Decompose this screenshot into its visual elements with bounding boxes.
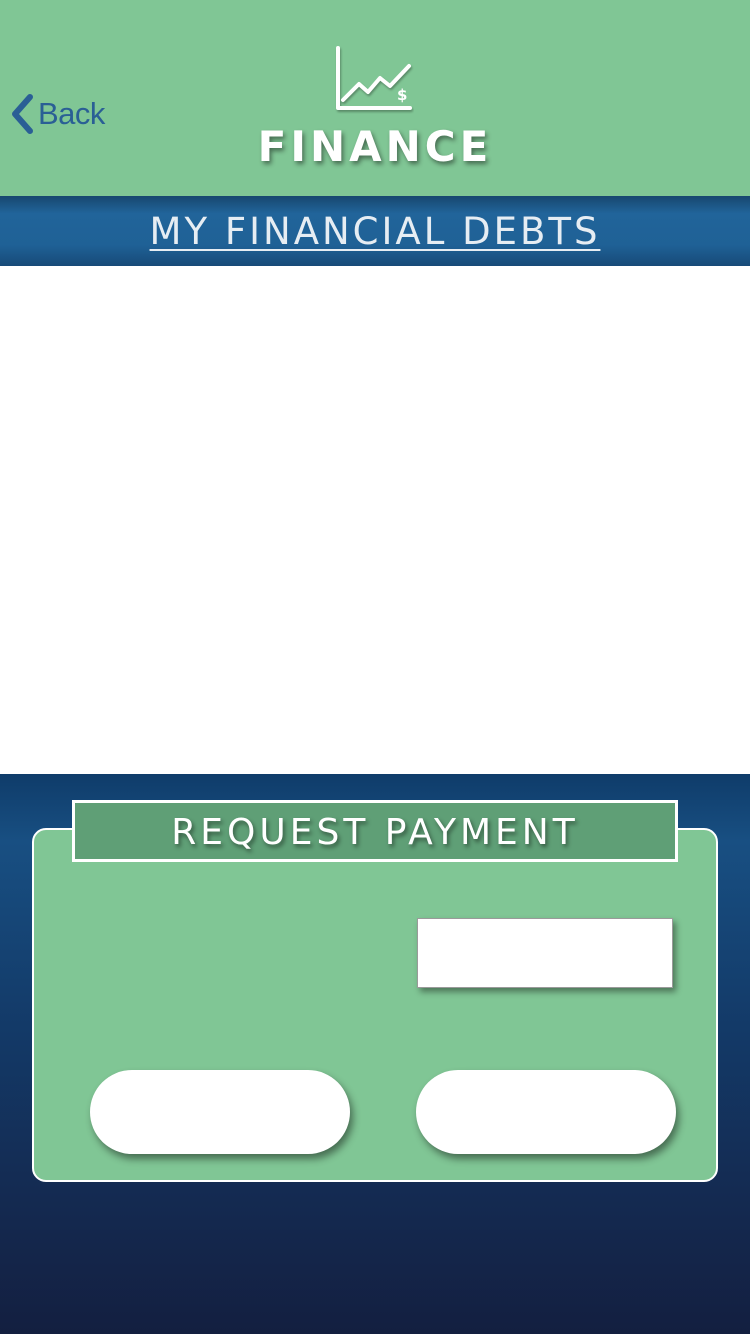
- request-payment-title: REQUEST PAYMENT: [171, 812, 579, 853]
- page-title: FINANCE: [257, 122, 493, 171]
- header-bar: Back $ FINANCE: [0, 0, 750, 196]
- debts-list[interactable]: [0, 266, 750, 774]
- finance-chart-icon: $: [336, 46, 412, 110]
- svg-text:$: $: [397, 86, 407, 104]
- payment-option-right-button[interactable]: [416, 1070, 676, 1154]
- request-payment-header: REQUEST PAYMENT: [72, 800, 678, 862]
- section-header: MY FINANCIAL DEBTS: [0, 196, 750, 266]
- section-title: MY FINANCIAL DEBTS: [149, 210, 601, 253]
- payment-option-left-button[interactable]: [90, 1070, 350, 1154]
- amount-input[interactable]: [417, 918, 673, 988]
